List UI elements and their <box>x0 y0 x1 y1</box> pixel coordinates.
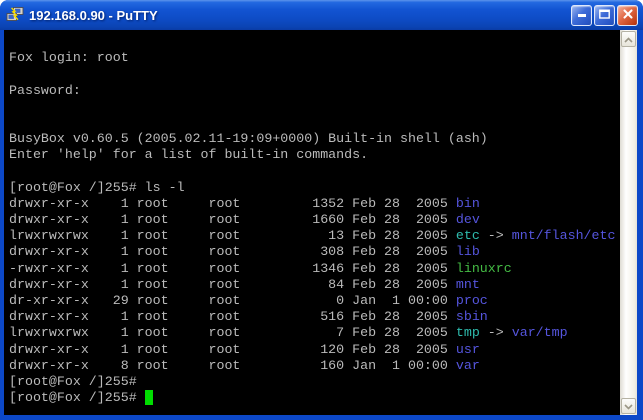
titlebar[interactable]: 192.168.0.90 - PuTTY <box>0 0 643 30</box>
terminal-line <box>9 66 620 82</box>
terminal-text: lrwxrwxrwx 1 root root 7 Feb 28 2005 <box>9 325 456 340</box>
scroll-up-button[interactable] <box>621 31 636 47</box>
terminal-line: -rwxr-xr-x 1 root root 1346 Feb 28 2005 … <box>9 261 620 277</box>
terminal-text: drwxr-xr-x 1 root root 1660 Feb 28 2005 <box>9 212 456 227</box>
terminal-text-dir: usr <box>456 342 480 357</box>
terminal-line: drwxr-xr-x 1 root root 84 Feb 28 2005 mn… <box>9 277 620 293</box>
terminal-text: Enter 'help' for a list of built-in comm… <box>9 147 368 162</box>
terminal-text-dir: sbin <box>456 309 488 324</box>
terminal-text-dir: bin <box>456 196 480 211</box>
terminal-line: drwxr-xr-x 1 root root 120 Feb 28 2005 u… <box>9 342 620 358</box>
terminal-text: [root@Fox /]255# <box>9 390 145 405</box>
terminal-text-dir: var/tmp <box>512 325 568 340</box>
terminal-line: lrwxrwxrwx 1 root root 13 Feb 28 2005 et… <box>9 228 620 244</box>
terminal-line <box>9 34 620 50</box>
terminal-text: -> <box>480 228 512 243</box>
terminal-text: dr-xr-xr-x 29 root root 0 Jan 1 00:00 <box>9 293 456 308</box>
terminal-text-dir: proc <box>456 293 488 308</box>
terminal-text: Fox login: root <box>9 50 129 65</box>
close-button[interactable] <box>617 5 638 26</box>
terminal-text: Password: <box>9 83 81 98</box>
terminal-text-link: tmp <box>456 325 480 340</box>
chevron-down-icon <box>624 397 633 415</box>
putty-app-icon <box>6 7 24 23</box>
terminal-text: [root@Fox /]255# ls -l <box>9 180 185 195</box>
terminal-text-exec: linuxrc <box>456 261 512 276</box>
terminal-line: Enter 'help' for a list of built-in comm… <box>9 147 620 163</box>
terminal-text-dir: var <box>456 358 480 373</box>
terminal-line: BusyBox v0.60.5 (2005.02.11-19:09+0000) … <box>9 131 620 147</box>
terminal-text-dir: mnt/flash/etc <box>512 228 616 243</box>
terminal-text: BusyBox v0.60.5 (2005.02.11-19:09+0000) … <box>9 131 488 146</box>
terminal-line: dr-xr-xr-x 29 root root 0 Jan 1 00:00 pr… <box>9 293 620 309</box>
terminal-line <box>9 99 620 115</box>
terminal-line: [root@Fox /]255# <box>9 390 620 406</box>
putty-window: 192.168.0.90 - PuTTY <box>0 0 643 420</box>
close-icon <box>623 6 633 24</box>
terminal-line: drwxr-xr-x 1 root root 516 Feb 28 2005 s… <box>9 309 620 325</box>
maximize-button[interactable] <box>594 5 615 26</box>
terminal-line <box>9 164 620 180</box>
terminal-text-dir: lib <box>456 244 480 259</box>
terminal-text: drwxr-xr-x 1 root root 120 Feb 28 2005 <box>9 342 456 357</box>
window-frame: Fox login: root Password: BusyBox v0.60.… <box>0 30 643 420</box>
terminal-text: lrwxrwxrwx 1 root root 13 Feb 28 2005 <box>9 228 456 243</box>
terminal-screen[interactable]: Fox login: root Password: BusyBox v0.60.… <box>4 30 620 415</box>
terminal-text-dir: mnt <box>456 277 480 292</box>
terminal-text: -rwxr-xr-x 1 root root 1346 Feb 28 2005 <box>9 261 456 276</box>
terminal-text-dir: dev <box>456 212 480 227</box>
terminal-text: drwxr-xr-x 1 root root 308 Feb 28 2005 <box>9 244 456 259</box>
window-title: 192.168.0.90 - PuTTY <box>29 8 571 23</box>
scrollbar[interactable] <box>620 30 637 415</box>
terminal-line <box>9 115 620 131</box>
terminal-line: drwxr-xr-x 1 root root 1352 Feb 28 2005 … <box>9 196 620 212</box>
chevron-up-icon <box>624 30 633 48</box>
terminal-line: drwxr-xr-x 8 root root 160 Jan 1 00:00 v… <box>9 358 620 374</box>
terminal-cursor <box>145 390 153 405</box>
terminal-line: Fox login: root <box>9 50 620 66</box>
terminal-line: Password: <box>9 83 620 99</box>
terminal-text: [root@Fox /]255# <box>9 374 137 389</box>
terminal-text-link: etc <box>456 228 480 243</box>
terminal-line: drwxr-xr-x 1 root root 308 Feb 28 2005 l… <box>9 244 620 260</box>
terminal-text: drwxr-xr-x 1 root root 84 Feb 28 2005 <box>9 277 456 292</box>
terminal-text: drwxr-xr-x 8 root root 160 Jan 1 00:00 <box>9 358 456 373</box>
terminal-text: drwxr-xr-x 1 root root 1352 Feb 28 2005 <box>9 196 456 211</box>
terminal-line: lrwxrwxrwx 1 root root 7 Feb 28 2005 tmp… <box>9 325 620 341</box>
minimize-icon <box>578 4 586 22</box>
scroll-down-button[interactable] <box>621 398 636 414</box>
terminal-text: -> <box>480 325 512 340</box>
scrollbar-track[interactable] <box>620 48 637 397</box>
minimize-button[interactable] <box>571 5 592 26</box>
maximize-icon <box>599 6 610 24</box>
terminal-line: drwxr-xr-x 1 root root 1660 Feb 28 2005 … <box>9 212 620 228</box>
terminal-text: drwxr-xr-x 1 root root 516 Feb 28 2005 <box>9 309 456 324</box>
terminal-line: [root@Fox /]255# ls -l <box>9 180 620 196</box>
window-controls <box>571 5 638 26</box>
terminal-line: [root@Fox /]255# <box>9 374 620 390</box>
